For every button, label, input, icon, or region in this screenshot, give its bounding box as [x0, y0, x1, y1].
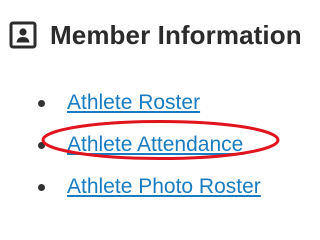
athlete-photo-roster-link[interactable]: Athlete Photo Roster	[67, 175, 261, 199]
bullet	[38, 99, 45, 107]
address-card-icon	[8, 20, 38, 50]
bullet	[38, 141, 45, 149]
bullet	[38, 183, 45, 191]
list-item-athlete-photo-roster: Athlete Photo Roster	[38, 166, 261, 208]
athlete-roster-link[interactable]: Athlete Roster	[67, 91, 200, 115]
section-header: Member Information	[8, 14, 302, 56]
section-title: Member Information	[50, 19, 302, 50]
member-information-menu: Athlete Roster Athlete Attendance Athlet…	[38, 82, 261, 208]
list-item-athlete-roster: Athlete Roster	[38, 82, 261, 124]
athlete-attendance-link[interactable]: Athlete Attendance	[67, 133, 243, 157]
list-item-athlete-attendance: Athlete Attendance	[38, 124, 261, 166]
